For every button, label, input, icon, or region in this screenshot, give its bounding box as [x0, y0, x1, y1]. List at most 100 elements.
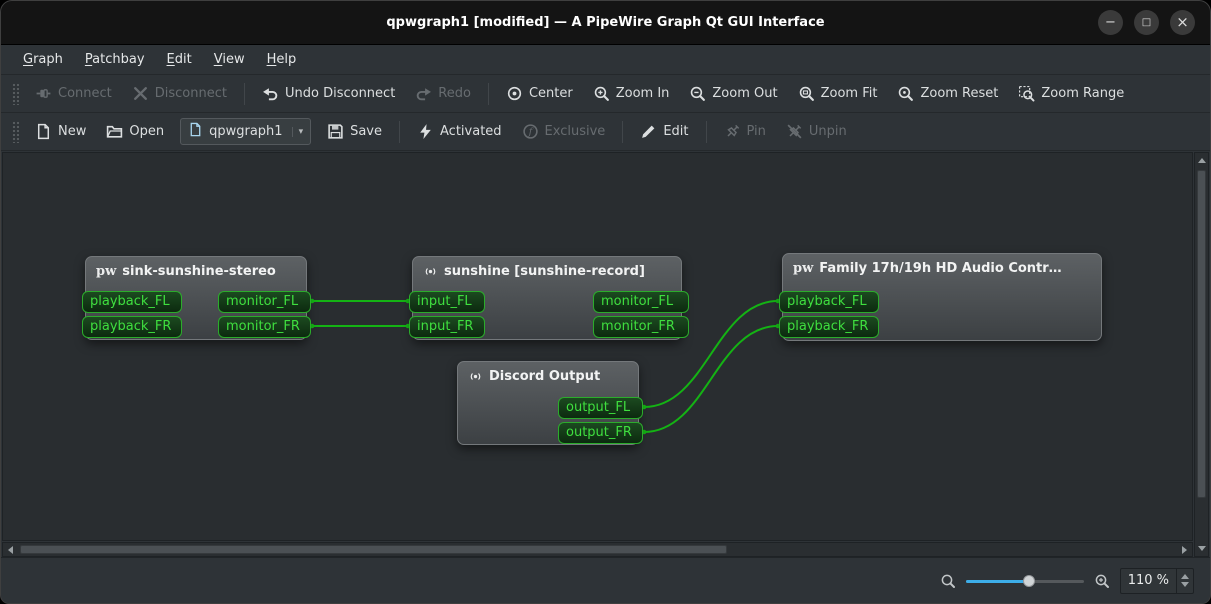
scroll-down-button[interactable] — [1195, 541, 1208, 556]
graph-node[interactable]: Discord Output output_FL output_FR — [457, 361, 643, 445]
zoom-out-button[interactable]: Zoom Out — [680, 80, 786, 107]
zoom-fit-button[interactable]: Zoom Fit — [789, 80, 887, 107]
scroll-up-button[interactable] — [1195, 153, 1208, 168]
port-output[interactable]: monitor_FR — [218, 316, 311, 338]
zoom-in-button[interactable]: Zoom In — [584, 80, 679, 107]
svg-text:f: f — [527, 127, 533, 138]
redo-icon — [415, 85, 432, 102]
patchbay-file-combo[interactable]: qpwgraph1 ▾ — [180, 118, 312, 145]
zoom-spinbox[interactable]: 110 % — [1119, 567, 1194, 594]
zoom-fit-label: Zoom Fit — [820, 86, 878, 101]
toolbar-handle[interactable] — [12, 82, 19, 105]
pin-icon — [724, 123, 741, 140]
node-title: Family 17h/19h HD Audio Contr… — [819, 261, 1062, 276]
spinbox-arrows — [1176, 568, 1193, 593]
zoom-slider-fill — [965, 579, 1030, 583]
graph-canvas[interactable]: pw sink-sunshine-stereo playback_FL play… — [2, 152, 1193, 541]
zoom-in-icon — [1094, 573, 1110, 589]
port-output[interactable]: output_FL — [558, 397, 643, 419]
close-icon: × — [1176, 13, 1189, 31]
exclusive-label: Exclusive — [544, 124, 606, 139]
graph-node[interactable]: pw Family 17h/19h HD Audio Contr… playba… — [779, 253, 1102, 341]
graph-node[interactable]: pw sink-sunshine-stereo playback_FL play… — [82, 256, 311, 340]
zoom-reset-button[interactable]: Zoom Reset — [888, 80, 1007, 107]
port-output[interactable]: monitor_FL — [218, 291, 311, 313]
port-input[interactable]: playback_FR — [779, 316, 879, 338]
port-input[interactable]: playback_FL — [779, 291, 879, 313]
activated-button[interactable]: Activated — [408, 118, 511, 145]
vscroll-thumb[interactable] — [1197, 170, 1206, 499]
arrow-right-icon — [1182, 545, 1187, 554]
port-input[interactable]: input_FR — [409, 316, 485, 338]
connection-edges — [309, 298, 781, 435]
open-button[interactable]: Open — [97, 118, 173, 145]
port-input[interactable]: input_FL — [409, 291, 485, 313]
pipewire-icon: pw — [96, 264, 117, 279]
scroll-right-button[interactable] — [1177, 543, 1192, 556]
pin-button: Pin — [715, 118, 775, 145]
spin-up-button[interactable] — [1181, 574, 1189, 579]
arrow-down-icon — [1197, 546, 1206, 551]
save-icon — [327, 123, 344, 140]
zoom-reset-label: Zoom Reset — [920, 86, 999, 101]
spin-down-button[interactable] — [1181, 582, 1189, 587]
minimize-icon: − — [1105, 15, 1116, 30]
save-button[interactable]: Save — [318, 118, 391, 145]
port-output[interactable]: output_FR — [558, 422, 643, 444]
toolbar-separator — [243, 82, 245, 105]
patchbay-file-value: qpwgraph1 — [209, 124, 283, 139]
toolbar-separator — [622, 120, 624, 143]
toolbar-handle[interactable] — [12, 120, 19, 143]
new-label: New — [58, 124, 87, 139]
graph-node[interactable]: sunshine [sunshine-record] input_FL inpu… — [409, 256, 689, 340]
zoom-slider[interactable] — [965, 573, 1084, 589]
hscroll-thumb[interactable] — [20, 545, 727, 554]
arrow-left-icon — [8, 545, 13, 554]
horizontal-scrollbar[interactable] — [2, 542, 1193, 557]
toolbar-separator — [705, 120, 707, 143]
port-output[interactable]: monitor_FL — [593, 291, 689, 313]
menu-view[interactable]: View — [204, 48, 255, 71]
maximize-button[interactable]: □ — [1134, 10, 1159, 35]
undo-disconnect-button[interactable]: Undo Disconnect — [253, 80, 404, 107]
menu-graph[interactable]: Graph — [13, 48, 73, 71]
undo-disconnect-label: Undo Disconnect — [284, 86, 396, 101]
disconnect-icon — [132, 85, 149, 102]
edit-button[interactable]: Edit — [631, 118, 697, 145]
port-input[interactable]: playback_FL — [82, 291, 182, 313]
pin-label: Pin — [746, 124, 766, 139]
zoom-slider-handle[interactable] — [1023, 574, 1036, 587]
zoom-in-label: Zoom In — [615, 86, 670, 101]
menu-edit[interactable]: Edit — [157, 48, 202, 71]
menu-patchbay[interactable]: Patchbay — [75, 48, 155, 71]
stream-icon — [423, 264, 438, 279]
zoom-reset-icon — [897, 85, 914, 102]
new-button[interactable]: New — [26, 118, 95, 145]
exclusive-icon: f — [522, 123, 539, 140]
connection-edge[interactable] — [643, 325, 779, 433]
node-header: pw sink-sunshine-stereo — [86, 257, 306, 283]
center-icon — [506, 85, 523, 102]
zoom-value[interactable]: 110 % — [1121, 569, 1176, 593]
center-button[interactable]: Center — [497, 80, 582, 107]
unpin-label: Unpin — [808, 124, 847, 139]
node-header: pw Family 17h/19h HD Audio Contr… — [783, 254, 1101, 280]
minimize-button[interactable]: − — [1098, 10, 1123, 35]
new-file-icon — [35, 123, 52, 140]
vertical-scrollbar[interactable] — [1194, 152, 1209, 557]
vscroll-track[interactable] — [1195, 168, 1208, 541]
titlebar[interactable]: qpwgraph1 [modified] — A PipeWire Graph … — [1, 1, 1210, 45]
node-title: sink-sunshine-stereo — [122, 264, 276, 279]
maximize-icon: □ — [1141, 16, 1152, 28]
app-window: qpwgraph1 [modified] — A PipeWire Graph … — [0, 0, 1211, 604]
close-button[interactable]: × — [1170, 10, 1195, 35]
port-input[interactable]: playback_FR — [82, 316, 182, 338]
node-header: sunshine [sunshine-record] — [413, 257, 681, 283]
menu-help[interactable]: Help — [257, 48, 307, 71]
zoom-range-button[interactable]: Zoom Range — [1009, 80, 1133, 107]
hscroll-track[interactable] — [18, 543, 1177, 556]
scroll-left-button[interactable] — [3, 543, 18, 556]
window-title: qpwgraph1 [modified] — A PipeWire Graph … — [386, 15, 825, 30]
port-output[interactable]: monitor_FR — [593, 316, 689, 338]
unpin-icon — [786, 123, 803, 140]
